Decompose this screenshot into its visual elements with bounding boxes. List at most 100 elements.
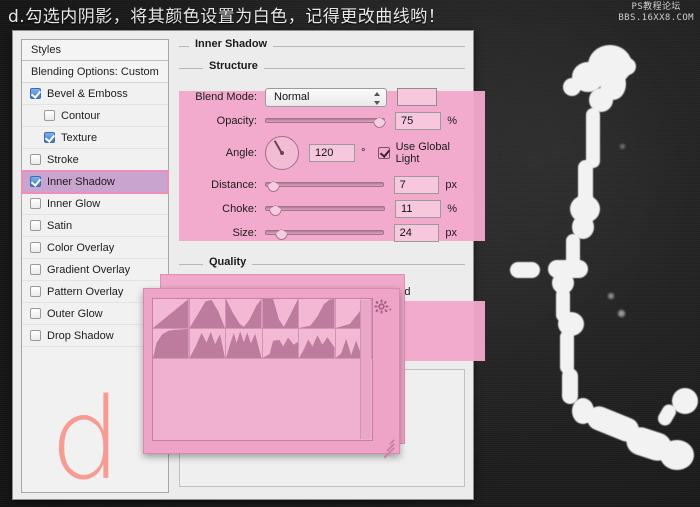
angle-unit: ° (361, 147, 366, 159)
contour-preset-cone-inverted[interactable] (226, 299, 263, 329)
watermark-line-2: BBS.16XX8.COM (618, 13, 694, 23)
style-checkbox[interactable] (30, 88, 41, 99)
contour-preset-sawtooth-1[interactable] (299, 329, 336, 359)
contour-preset-thumb (226, 299, 262, 328)
style-checkbox[interactable] (30, 154, 41, 165)
choke-label: Choke: (222, 203, 257, 215)
contour-preset-cusp[interactable] (262, 299, 299, 329)
shadow-color-swatch[interactable] (397, 88, 437, 106)
blend-mode-row: Blend Mode: Normal (187, 85, 457, 109)
style-row-color-overlay[interactable]: Color Overlay (22, 237, 168, 259)
use-global-light-label: Use Global Light (395, 141, 450, 165)
contour-preset-ring-double[interactable] (189, 329, 226, 359)
size-label: Size: (232, 227, 257, 239)
style-checkbox[interactable] (30, 242, 41, 253)
style-checkbox[interactable] (44, 132, 55, 143)
style-row-stroke[interactable]: Stroke (22, 149, 168, 171)
caption-text: d.勾选内阴影，将其颜色设置为白色，记得更改曲线哟！ (8, 7, 446, 27)
angle-dial-hub (280, 151, 284, 155)
contour-preset-gaussian[interactable] (299, 299, 336, 329)
contour-preset-thumb (299, 335, 335, 358)
style-row-gradient-overlay[interactable]: Gradient Overlay (22, 259, 168, 281)
contour-preset-thumb (189, 299, 225, 328)
distance-value-field[interactable]: 7 (393, 176, 440, 194)
opacity-slider[interactable] (265, 112, 386, 130)
contour-picker-popup (143, 288, 400, 459)
angle-value-field[interactable]: 120 (309, 144, 356, 162)
size-unit: px (445, 227, 457, 239)
style-row-label: Bevel & Emboss (47, 87, 128, 100)
contour-preset-linear[interactable] (153, 299, 190, 329)
choke-row: Choke: 11 % (187, 197, 457, 221)
quality-legend: Quality (179, 256, 465, 271)
contour-preset-rounded-steps[interactable] (262, 329, 299, 359)
style-row-texture[interactable]: Texture (22, 127, 168, 149)
contour-preset-thumb (299, 299, 335, 328)
size-row: Size: 24 px (187, 221, 457, 245)
style-row-label: Contour (61, 109, 101, 122)
style-row-bevel-emboss[interactable]: Bevel & Emboss (22, 83, 168, 105)
angle-dial[interactable] (265, 136, 299, 170)
style-row-label: Gradient Overlay (47, 263, 131, 276)
style-row-inner-glow[interactable]: Inner Glow (22, 193, 168, 215)
contour-preset-thumb (153, 329, 189, 358)
structure-rows: Blend Mode: Normal Opacity: 75 % Angle: (179, 79, 465, 245)
distance-label: Distance: (211, 179, 257, 191)
style-row-label: Inner Glow (47, 197, 101, 210)
style-checkbox[interactable] (44, 110, 55, 121)
watermark: PS教程论坛 BBS.16XX8.COM (618, 2, 694, 24)
style-checkbox[interactable] (30, 176, 41, 187)
contour-scrollbar[interactable] (360, 300, 371, 439)
resize-grip-icon[interactable] (380, 435, 395, 459)
gear-icon[interactable] (374, 299, 392, 317)
contour-preset-grid (153, 299, 372, 359)
contour-preset-ring[interactable] (153, 329, 190, 359)
size-slider[interactable] (265, 224, 384, 242)
angle-label: Angle: (225, 147, 257, 159)
opacity-value-field[interactable]: 75 (395, 112, 442, 130)
distance-slider[interactable] (265, 176, 384, 194)
style-checkbox[interactable] (30, 286, 41, 297)
style-checkbox[interactable] (30, 308, 41, 319)
choke-slider[interactable] (265, 200, 386, 218)
style-checkbox[interactable] (30, 330, 41, 341)
opacity-label: Opacity: (216, 115, 257, 127)
style-checkbox[interactable] (30, 198, 41, 209)
style-checkbox[interactable] (30, 264, 41, 275)
style-row-label: Color Overlay (47, 241, 115, 254)
angle-row: Angle: 120 ° Use Global Light (187, 133, 457, 173)
style-row-contour[interactable]: Contour (22, 105, 168, 127)
watermark-line-1: PS教程论坛 (631, 2, 681, 12)
size-value-field[interactable]: 24 (393, 224, 440, 242)
style-row-label: Satin (47, 219, 73, 232)
distance-unit: px (445, 179, 457, 191)
blend-mode-value: Normal (274, 90, 310, 103)
style-row-label: Pattern Overlay (47, 285, 124, 298)
choke-unit: % (447, 203, 457, 215)
contour-preset-cone[interactable] (189, 299, 226, 329)
opacity-unit: % (447, 115, 457, 127)
use-global-light-checkbox[interactable]: Use Global Light (377, 141, 457, 165)
blending-options-row[interactable]: Blending Options: Custom (22, 61, 168, 83)
quality-legend-label: Quality (203, 256, 253, 268)
blend-mode-select[interactable]: Normal (265, 87, 387, 107)
style-row-label: Texture (61, 131, 98, 144)
contour-preset-thumb (226, 331, 262, 358)
contour-preset-thumb (189, 331, 225, 358)
use-global-light-checkbox-box (377, 147, 390, 159)
style-row-satin[interactable]: Satin (22, 215, 168, 237)
blend-mode-label: Blend Mode: (195, 91, 257, 103)
contour-preset-rolling-slope[interactable] (226, 329, 263, 359)
style-row-label: Inner Shadow (47, 175, 115, 188)
style-row-label: Outer Glow (47, 307, 103, 320)
opacity-row: Opacity: 75 % (187, 109, 457, 133)
choke-slider-track (265, 206, 386, 211)
style-row-inner-shadow[interactable]: Inner Shadow (21, 170, 169, 194)
inner-shadow-title: Inner Shadow (179, 38, 465, 53)
choke-value-field[interactable]: 11 (395, 200, 442, 218)
contour-preset-thumb (153, 299, 189, 328)
style-row-label: Stroke (47, 153, 79, 166)
inner-shadow-title-label: Inner Shadow (189, 38, 274, 50)
distance-row: Distance: 7 px (187, 173, 457, 197)
style-checkbox[interactable] (30, 220, 41, 231)
